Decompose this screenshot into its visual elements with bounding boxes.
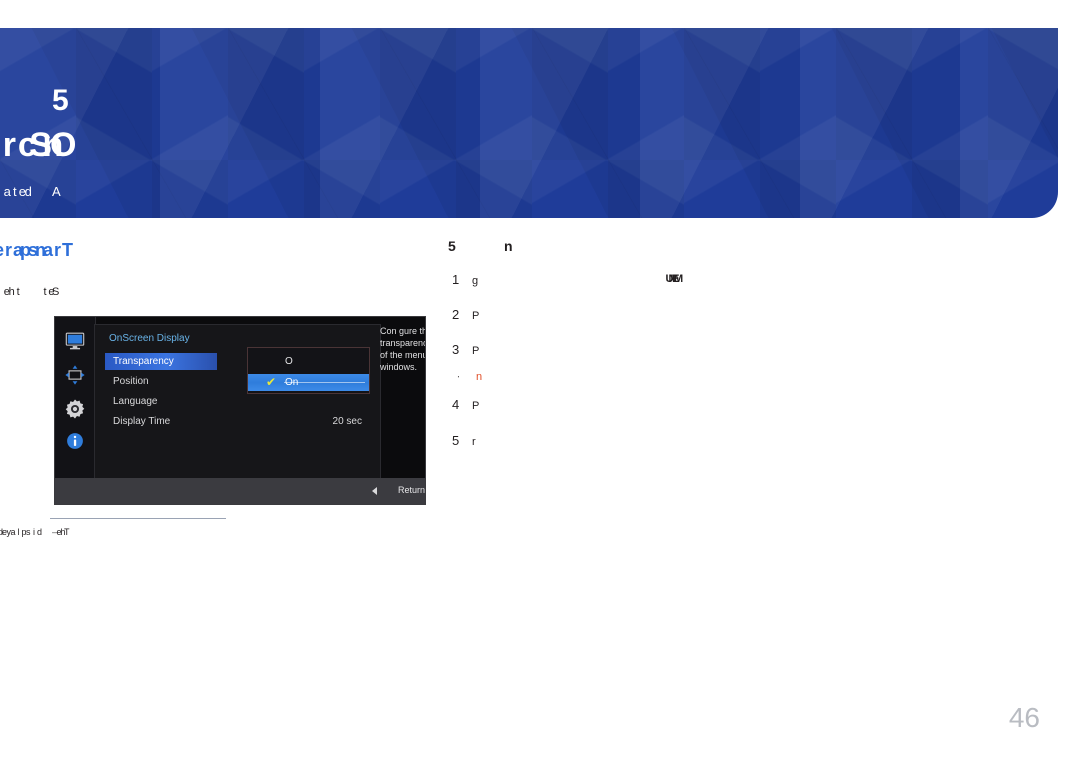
osd-screenshot-figure: OnScreen Display Transparency Position L… <box>54 316 426 505</box>
step-item: 1gMENU <box>452 272 1032 287</box>
gear-icon <box>65 399 85 419</box>
page-number: 46 <box>1008 702 1040 733</box>
dropdown-option-on[interactable]: ✔ On <box>248 374 369 391</box>
osd-menu-item-label: Language <box>113 396 158 407</box>
step-item: 3P <box>452 342 1032 357</box>
steps-heading: 5n <box>448 238 518 254</box>
step-number: 4 <box>452 397 460 412</box>
osd-menu-item-value: 20 sec <box>332 416 362 427</box>
step-bullet-item: ‧n <box>457 371 487 383</box>
osd-menu-item-display-time[interactable]: Display Time 20 sec <box>105 413 370 430</box>
info-circle-icon <box>67 433 83 449</box>
header-banner: 5 OnScreen Display A detailed descriptio… <box>0 28 1058 218</box>
step-item: 4P <box>452 397 1032 412</box>
osd-description-text: Con gure the transparency of the menu wi… <box>380 326 426 372</box>
dropdown-option-label: On <box>285 377 299 388</box>
display-icon <box>65 332 85 350</box>
left-arrow-icon <box>372 487 377 495</box>
footnote-divider <box>50 518 226 519</box>
footnote-dash: ‒ <box>52 527 58 537</box>
step-item: 2P <box>452 307 1032 322</box>
osd-menu-title: OnScreen Display <box>109 333 190 344</box>
step-number: 2 <box>452 307 460 322</box>
osd-menu-item-language[interactable]: Language <box>105 393 370 410</box>
osd-menu-item-label: Transparency <box>113 356 174 367</box>
checkmark-icon: ✔ <box>266 375 277 389</box>
osd-icon-sidebar <box>55 317 96 479</box>
osd-menu-panel: OnScreen Display Transparency Position L… <box>95 325 380 479</box>
dropdown-option-off[interactable]: O <box>248 353 369 370</box>
osd-menu-item-label: Position <box>113 376 149 387</box>
osd-return-label: Return <box>397 485 425 495</box>
osd-bottom-bar: Return <box>55 478 425 504</box>
bullet-marker: ‧ <box>457 372 460 382</box>
osd-menu-item-label: Display Time <box>113 416 171 427</box>
osd-menu-item-transparency[interactable]: Transparency <box>105 353 217 370</box>
step-number: 5 <box>452 433 460 448</box>
osd-transparency-dropdown[interactable]: O ✔ On <box>247 347 370 394</box>
dropdown-option-label: O <box>285 356 293 367</box>
step-number: 1 <box>452 272 460 287</box>
osd-position-icon <box>65 365 85 385</box>
step-item: 5r <box>452 433 1032 448</box>
step-number: 3 <box>452 342 460 357</box>
header-cube-pattern-layer-2 <box>0 28 1058 218</box>
